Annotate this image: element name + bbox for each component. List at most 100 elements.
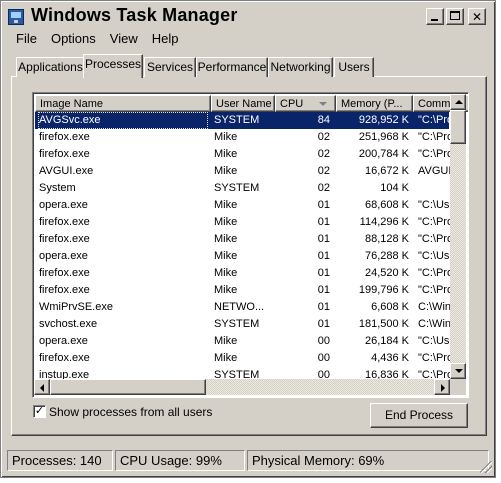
status-cpu-usage: CPU Usage: 99% <box>115 450 245 471</box>
status-processes: Processes: 140 <box>7 450 113 471</box>
table-row[interactable]: System SYSTEM 02 104 K <box>35 180 449 197</box>
process-user-name: Mike <box>214 284 238 296</box>
tab-processes[interactable]: Processes <box>83 54 143 78</box>
tab-services[interactable]: Services <box>144 57 196 77</box>
process-image-name: firefox.exe <box>39 284 90 296</box>
table-row[interactable]: svchost.exe SYSTEM 01 181,500 K C:\Win <box>35 316 451 333</box>
table-row[interactable]: firefox.exe Mike 02 251,968 K "C:\Pro <box>35 129 453 146</box>
process-user-name: SYSTEM <box>214 182 260 194</box>
process-memory: 16,672 K <box>364 165 409 177</box>
menu-view[interactable]: View <box>105 30 143 50</box>
process-cpu: 00 <box>317 335 330 347</box>
table-row[interactable]: opera.exe Mike 01 76,288 K "C:\Us <box>35 248 449 265</box>
horizontal-scroll-thumb[interactable] <box>50 379 206 395</box>
arrow-down-icon <box>455 369 463 373</box>
table-row[interactable]: firefox.exe Mike 02 200,784 K "C:\Pro <box>35 146 453 163</box>
vertical-scroll-thumb[interactable] <box>450 110 466 144</box>
end-process-button[interactable]: End Process <box>370 403 468 428</box>
process-cpu: 01 <box>317 284 330 296</box>
maximize-button[interactable] <box>446 8 464 25</box>
minimize-button[interactable] <box>426 8 444 25</box>
process-memory: 114,296 K <box>359 216 409 228</box>
menu-options[interactable]: Options <box>46 30 101 50</box>
process-memory: 24,520 K <box>364 267 409 279</box>
tab-performance[interactable]: Performance <box>196 57 268 77</box>
process-image-name: firefox.exe <box>39 267 90 279</box>
table-row[interactable]: firefox.exe Mike 01 24,520 K "C:\Pro <box>35 265 453 282</box>
process-list[interactable]: Image Name User Name CPU Memory (P... Co… <box>32 92 469 398</box>
table-row[interactable]: opera.exe Mike 00 26,184 K "C:\Us <box>35 333 449 350</box>
status-physical-memory: Physical Memory: 69% <box>247 450 489 471</box>
minimize-icon <box>431 19 438 21</box>
resize-grip-icon[interactable] <box>480 461 492 473</box>
process-memory: 928,952 K <box>358 114 409 126</box>
column-cpu[interactable]: CPU <box>275 95 336 112</box>
process-user-name: Mike <box>214 131 238 143</box>
process-cpu: 84 <box>317 114 330 126</box>
scroll-down-button[interactable] <box>450 363 466 379</box>
process-user-name: NETWO... <box>214 301 265 313</box>
process-image-name: WmiPrvSE.exe <box>39 301 113 313</box>
process-cpu: 01 <box>317 199 330 211</box>
process-cpu: 01 <box>317 267 330 279</box>
process-user-name: Mike <box>214 199 238 211</box>
process-cpu: 02 <box>317 131 330 143</box>
table-row[interactable]: WmiPrvSE.exe NETWO... 01 6,608 K C:\Win <box>35 299 451 316</box>
show-all-users-checkbox[interactable]: ✓ <box>33 405 46 418</box>
process-memory: 4,436 K <box>371 352 409 364</box>
vertical-scrollbar[interactable] <box>450 94 466 379</box>
menu-file[interactable]: File <box>11 30 42 50</box>
sort-descending-icon <box>319 102 327 106</box>
column-cpu-label: CPU <box>280 98 304 110</box>
process-image-name: opera.exe <box>39 335 88 347</box>
process-cpu: 02 <box>317 148 330 160</box>
process-user-name: SYSTEM <box>214 114 260 126</box>
process-memory: 6,608 K <box>371 301 409 313</box>
column-user-name[interactable]: User Name <box>211 95 275 112</box>
title-bar[interactable]: Windows Task Manager ✕ <box>4 4 492 30</box>
process-image-name: AVGUI.exe <box>39 165 94 177</box>
table-row[interactable]: firefox.exe Mike 01 88,128 K "C:\Pro <box>35 231 453 248</box>
task-manager-window: Windows Task Manager ✕ File Options View… <box>0 0 496 478</box>
process-user-name: Mike <box>214 216 238 228</box>
menu-help[interactable]: Help <box>147 30 184 50</box>
process-user-name: Mike <box>214 148 238 160</box>
process-memory: 200,784 K <box>358 148 409 160</box>
table-row[interactable]: firefox.exe Mike 01 114,296 K "C:\Pro <box>35 214 453 231</box>
menu-bar: File Options View Help <box>11 30 187 50</box>
list-header: Image Name User Name CPU Memory (P... Co… <box>35 95 468 112</box>
table-row[interactable]: firefox.exe Mike 01 199,796 K "C:\Pro <box>35 282 453 299</box>
process-memory: 88,128 K <box>364 233 409 245</box>
process-user-name: Mike <box>214 165 238 177</box>
task-manager-icon <box>8 9 24 25</box>
table-row[interactable]: AVGUI.exe Mike 02 16,672 K AVGUI <box>35 163 451 180</box>
process-image-name: firefox.exe <box>39 131 90 143</box>
table-row[interactable]: AVGSvc.exe SYSTEM 84 928,952 K "C:\Pro <box>35 112 453 129</box>
horizontal-scrollbar[interactable] <box>34 379 450 395</box>
column-memory[interactable]: Memory (P... <box>336 95 413 112</box>
tab-applications[interactable]: Applications <box>16 57 85 77</box>
scroll-right-button[interactable] <box>434 379 450 395</box>
process-memory: 251,968 K <box>358 131 409 143</box>
process-image-name: opera.exe <box>39 199 88 211</box>
arrow-up-icon <box>455 100 463 104</box>
table-row[interactable]: opera.exe Mike 01 68,608 K "C:\Us <box>35 197 449 214</box>
process-image-name: firefox.exe <box>39 233 90 245</box>
scroll-corner <box>450 379 466 395</box>
tab-networking[interactable]: Networking <box>268 57 333 77</box>
tab-users[interactable]: Users <box>334 57 374 77</box>
process-cpu: 01 <box>317 216 330 228</box>
table-row[interactable]: firefox.exe Mike 00 4,436 K "C:\Pro <box>35 350 453 367</box>
process-image-name: AVGSvc.exe <box>38 112 208 129</box>
process-image-name: firefox.exe <box>39 148 90 160</box>
process-user-name: Mike <box>214 250 238 262</box>
process-memory: 181,500 K <box>358 318 409 330</box>
scroll-up-button[interactable] <box>450 94 466 110</box>
process-cpu: 00 <box>317 352 330 364</box>
scroll-left-button[interactable] <box>34 379 50 395</box>
process-memory: 26,184 K <box>364 335 409 347</box>
close-icon: ✕ <box>471 9 483 24</box>
column-image-name[interactable]: Image Name <box>35 95 211 112</box>
close-button[interactable]: ✕ <box>468 8 486 25</box>
show-all-users-label[interactable]: Show processes from all users <box>49 405 212 419</box>
